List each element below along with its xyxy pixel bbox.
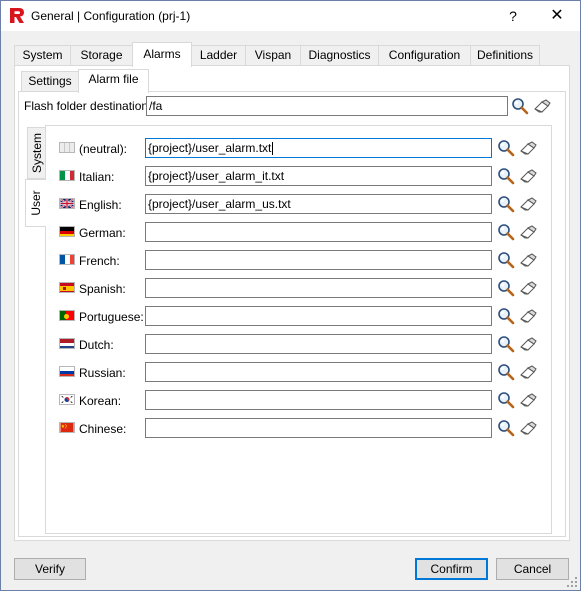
tab-system[interactable]: System [14, 45, 71, 66]
window-title: General | Configuration (prj-1) [31, 9, 191, 23]
uk-flag-icon [59, 198, 75, 209]
magnifier-browse-icon-neutral[interactable] [497, 139, 515, 157]
magnifier-browse-icon-russia[interactable] [497, 363, 515, 381]
magnifier-browse-icon-portugal[interactable] [497, 307, 515, 325]
title-bar: General | Configuration (prj-1) ? ✕ [1, 1, 580, 31]
neutral-file-value: {project}/user_alarm.txt [148, 141, 272, 155]
language-file-input-korean[interactable] [145, 390, 492, 410]
text-caret [272, 142, 274, 156]
tab-alarms[interactable]: Alarms [132, 42, 192, 67]
language-label-korean: Korean: [79, 394, 122, 408]
language-label-french: French: [79, 254, 120, 268]
tab-storage[interactable]: Storage [70, 45, 133, 66]
language-file-input-russian[interactable] [145, 362, 492, 382]
sidetab-system[interactable]: System [27, 127, 46, 179]
language-label-chinese: Chinese: [79, 422, 127, 436]
language-file-input-dutch[interactable] [145, 334, 492, 354]
help-button[interactable]: ? [502, 5, 524, 27]
russia-flag-icon [59, 366, 75, 377]
eraser-clear-icon-neutral[interactable] [519, 139, 537, 157]
magnifier-browse-icon-china[interactable] [497, 419, 515, 437]
configuration-dialog: General | Configuration (prj-1) ? ✕ Syst… [0, 0, 581, 591]
language-label-portuguese: Portuguese: [79, 310, 144, 324]
app-logo-icon [9, 7, 25, 24]
tab-ladder[interactable]: Ladder [191, 45, 246, 66]
magnifier-browse-icon-france[interactable] [497, 251, 515, 269]
eraser-clear-icon[interactable] [533, 97, 551, 115]
resize-grip-icon[interactable] [566, 576, 578, 588]
language-file-input-portuguese[interactable] [145, 306, 492, 326]
tab-vispan[interactable]: Vispan [245, 45, 301, 66]
magnifier-browse-icon-italy[interactable] [497, 167, 515, 185]
france-flag-icon [59, 254, 75, 265]
sidetab-system-label: System [30, 132, 44, 174]
eraser-clear-icon-korea[interactable] [519, 391, 537, 409]
language-label-russian: Russian: [79, 366, 126, 380]
eraser-clear-icon-italy[interactable] [519, 167, 537, 185]
spain-flag-icon [59, 282, 75, 293]
language-label-english: English: [79, 198, 122, 212]
language-file-input-italian[interactable]: {project}/user_alarm_it.txt [145, 166, 492, 186]
eraser-clear-icon-germany[interactable] [519, 223, 537, 241]
language-label-dutch: Dutch: [79, 338, 114, 352]
magnifier-browse-icon-korea[interactable] [497, 391, 515, 409]
language-file-input-neutral[interactable]: {project}/user_alarm.txt [145, 138, 492, 158]
eraser-clear-icon-china[interactable] [519, 419, 537, 437]
germany-flag-icon [59, 226, 75, 237]
tab-diagnostics[interactable]: Diagnostics [300, 45, 379, 66]
eraser-clear-icon-france[interactable] [519, 251, 537, 269]
italy-flag-icon [59, 170, 75, 181]
language-file-input-english[interactable]: {project}/user_alarm_us.txt [145, 194, 492, 214]
magnifier-browse-icon-germany[interactable] [497, 223, 515, 241]
magnifier-browse-icon-spain[interactable] [497, 279, 515, 297]
tab-definitions[interactable]: Definitions [470, 45, 540, 66]
eraser-clear-icon-netherlands[interactable] [519, 335, 537, 353]
language-files-panel [45, 125, 552, 534]
language-file-input-german[interactable] [145, 222, 492, 242]
close-button[interactable]: ✕ [546, 5, 568, 27]
eraser-clear-icon-spain[interactable] [519, 279, 537, 297]
china-flag-icon [59, 422, 75, 433]
cancel-button[interactable]: Cancel [496, 558, 569, 580]
korea-flag-icon [59, 394, 75, 405]
flash-folder-label: Flash folder destination: [24, 99, 152, 113]
magnifier-browse-icon-uk[interactable] [497, 195, 515, 213]
netherlands-flag-icon [59, 338, 75, 349]
eraser-clear-icon-uk[interactable] [519, 195, 537, 213]
magnifier-browse-icon-netherlands[interactable] [497, 335, 515, 353]
flash-folder-input[interactable]: /fa [146, 96, 508, 116]
eraser-clear-icon-portugal[interactable] [519, 307, 537, 325]
subtab-alarm-file[interactable]: Alarm file [78, 69, 149, 93]
portugal-flag-icon [59, 310, 75, 321]
language-label-italian: Italian: [79, 170, 115, 184]
subtab-settings[interactable]: Settings [21, 71, 79, 92]
magnifier-browse-icon[interactable] [511, 97, 529, 115]
sidetab-user-label: User [29, 190, 43, 216]
verify-button[interactable]: Verify [14, 558, 86, 580]
language-label-german: German: [79, 226, 126, 240]
sidetab-user[interactable]: User [25, 179, 46, 227]
tab-configuration[interactable]: Configuration [378, 45, 471, 66]
neutral-flag-icon [59, 142, 75, 153]
language-label-spanish: Spanish: [79, 282, 126, 296]
confirm-button[interactable]: Confirm [415, 558, 488, 580]
language-label-neutral: (neutral): [79, 142, 128, 156]
language-file-input-french[interactable] [145, 250, 492, 270]
language-file-input-spanish[interactable] [145, 278, 492, 298]
eraser-clear-icon-russia[interactable] [519, 363, 537, 381]
language-file-input-chinese[interactable] [145, 418, 492, 438]
